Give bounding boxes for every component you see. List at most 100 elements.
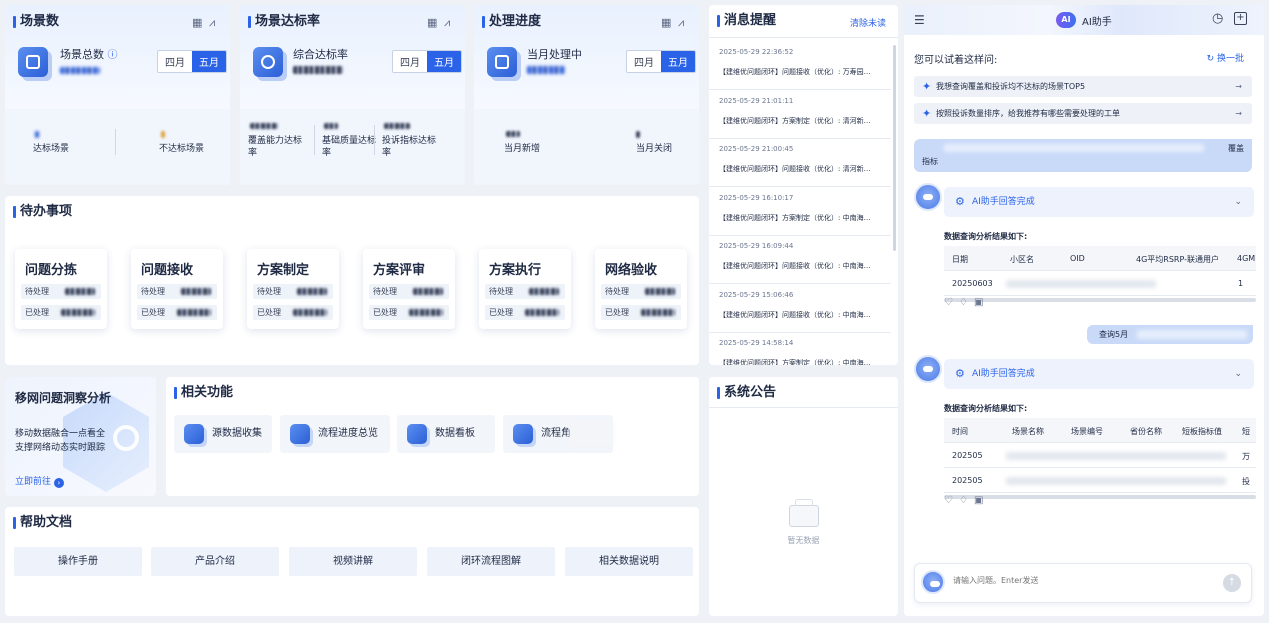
help-manual[interactable]: 操作手册 [14, 547, 142, 576]
func-process-role[interactable]: 流程角 [503, 415, 613, 453]
toggle-may[interactable]: 五月 [192, 51, 226, 72]
go-now-link[interactable]: 立即前往 › [15, 474, 64, 488]
insight-card[interactable]: 移网问题洞察分析 移动数据融合一点看全 支撑网络动态实时跟踪 立即前往 › [5, 377, 156, 496]
try-asking-label: 您可以试着这样问: [914, 55, 998, 66]
grid-icon[interactable]: ▦ [427, 16, 437, 29]
send-icon[interactable]: ↑ [1223, 574, 1241, 592]
todo-done-row[interactable]: 已处理 [21, 305, 101, 320]
month-toggle[interactable]: 四月 五月 [157, 50, 227, 73]
suggestion-item[interactable]: ✦ 按照投诉数量排序，给我推荐有哪些需要处理的工单 → [914, 103, 1252, 124]
cube-icon [18, 47, 48, 77]
todo-item[interactable]: 方案制定 待处理 已处理 [247, 249, 339, 329]
history-icon[interactable]: ◷ [1212, 11, 1223, 26]
refresh-link[interactable]: ↻ 换一批 [1207, 51, 1244, 64]
scene-count-card: 场景数 ▦ ⩘ 场景总数 ⓘ 四月 五月 达标场景 不达标场景 [5, 5, 230, 185]
copy-icon[interactable]: ▣ [974, 495, 989, 506]
toggle-april[interactable]: 四月 [627, 51, 661, 72]
scene-rate-title: 场景达标率 [248, 14, 320, 30]
todo-done-row[interactable]: 已处理 [485, 305, 565, 320]
help-data-description[interactable]: 相关数据说明 [565, 547, 693, 576]
todo-done-row[interactable]: 已处理 [137, 305, 217, 320]
bot-avatar [914, 183, 942, 211]
todo-title: 待办事项 [13, 204, 72, 220]
clear-unread-link[interactable]: 清除未读 [850, 16, 886, 29]
message-time: 2025-05-29 21:01:11 [719, 96, 794, 105]
toggle-april[interactable]: 四月 [393, 51, 427, 72]
message-text: 【建维优问题闭环】问题接收（优化）: 中南海… [719, 310, 871, 319]
message-item[interactable]: 2025-05-29 21:01:11 【建维优问题闭环】方案制定（优化）: 清河… [719, 97, 891, 126]
month-toggle[interactable]: 四月 五月 [626, 50, 696, 73]
table-row: 20250603 1 [944, 271, 1256, 296]
stat-unqualified-scenes: 不达标场景 [159, 144, 205, 154]
message-time: 2025-05-29 14:58:14 [719, 339, 794, 347]
line-chart-icon[interactable]: ⩘ [678, 16, 684, 30]
scrollbar[interactable] [893, 45, 896, 251]
message-time: 2025-05-29 22:36:52 [719, 48, 794, 56]
user-message-bubble: 覆盖 指标 [914, 139, 1252, 172]
help-product-intro[interactable]: 产品介绍 [151, 547, 279, 576]
func-source-data[interactable]: 源数据收集 [174, 415, 272, 453]
todo-item[interactable]: 问题分拣 待处理 已处理 [15, 249, 107, 329]
copy-icon[interactable]: ▣ [974, 297, 989, 308]
arrow-right-circle-icon: › [53, 478, 64, 488]
todo-item[interactable]: 问题接收待处理已处理 [131, 249, 223, 329]
todo-item[interactable]: 方案评审 待处理 已处理 [363, 249, 455, 329]
line-chart-icon[interactable]: ⩘ [444, 16, 450, 30]
todo-pending-row[interactable]: 待处理 [369, 284, 449, 299]
toggle-may[interactable]: 五月 [427, 51, 461, 72]
announcement-card: 系统公告 暂无数据 [709, 377, 898, 616]
todo-pending-row[interactable]: 待处理 [485, 284, 565, 299]
todo-pending-row[interactable]: 待处理 [137, 284, 217, 299]
todo-done-row[interactable]: 已处理 [369, 305, 449, 320]
stat-new-this-month: 当月新增 [504, 144, 541, 154]
message-item[interactable]: 2025-05-29 16:09:44 【建维优问题闭环】问题接收（优化）: 中南… [719, 242, 891, 271]
todo-item[interactable]: 方案执行 待处理 已处理 [479, 249, 571, 329]
answer-status-bar[interactable]: ⚙ AI助手回答完成 ⌄ [944, 187, 1254, 217]
grid-icon[interactable]: ▦ [661, 16, 671, 29]
document-icon [487, 47, 517, 77]
thumb-up-icon[interactable]: ♡ [944, 297, 959, 308]
todo-pending-row[interactable]: 待处理 [253, 284, 333, 299]
overall-rate-label: 综合达标率 [293, 48, 348, 61]
sparkle-icon: ✦ [922, 80, 932, 93]
table-scrollbar[interactable] [944, 495, 1256, 499]
answer-status-bar[interactable]: ⚙ AI助手回答完成 ⌄ [944, 359, 1254, 389]
line-chart-icon[interactable]: ⩘ [209, 16, 215, 30]
toggle-april[interactable]: 四月 [158, 51, 192, 72]
todo-done-row[interactable]: 已处理 [253, 305, 333, 320]
thumb-up-icon[interactable]: ♡ [944, 495, 959, 506]
chat-input[interactable] [953, 576, 1203, 585]
message-item[interactable]: 2025-05-29 21:00:45 【建维优问题闭环】问题接收（优化）: 清河… [719, 145, 891, 174]
insight-title: 移网问题洞察分析 [15, 391, 112, 405]
help-video[interactable]: 视频讲解 [289, 547, 417, 576]
message-item[interactable]: 2025-05-29 15:06:46 【建维优问题闭环】问题接收（优化）: 中南… [719, 291, 891, 320]
todo-pending-row[interactable]: 待处理 [21, 284, 101, 299]
thumb-down-icon[interactable]: ♢ [959, 495, 974, 506]
question-circle-icon[interactable]: ⓘ [108, 50, 118, 61]
todo-item-title: 问题接收 [141, 263, 194, 278]
help-flow-diagram[interactable]: 闭环流程图解 [427, 547, 555, 576]
toggle-may[interactable]: 五月 [661, 51, 695, 72]
menu-icon[interactable]: ☰ [914, 13, 925, 27]
overall-rate-value [293, 66, 343, 74]
help-docs-card: 帮助文档 操作手册 产品介绍 视频讲解 闭环流程图解 相关数据说明 [5, 507, 699, 616]
todo-pending-row[interactable]: 待处理 [601, 284, 681, 299]
suggestion-item[interactable]: ✦ 我想查询覆盖和投诉均不达标的场景TOP5 → [914, 76, 1252, 97]
new-chat-icon[interactable]: + [1234, 12, 1247, 25]
todo-item[interactable]: 网络验收 待处理 已处理 [595, 249, 687, 329]
refresh-icon: ↻ [1206, 54, 1215, 64]
scene-total-label: 场景总数 [60, 48, 104, 61]
chat-input-box[interactable]: ↑ [914, 563, 1252, 603]
message-item[interactable]: 2025-05-29 14:58:14 【建维优问题闭环】方案制定（优化）: 中南… [719, 339, 891, 365]
month-toggle[interactable]: 四月 五月 [392, 50, 462, 73]
table-row: 202505 投 [944, 468, 1256, 493]
module-icon [290, 424, 310, 444]
message-item[interactable]: 2025-05-29 16:10:17 【建维优问题闭环】方案制定（优化）: 中南… [719, 194, 891, 223]
grid-icon[interactable]: ▦ [192, 16, 202, 29]
func-dashboard[interactable]: 数据看板 [397, 415, 495, 453]
table-scrollbar[interactable] [944, 298, 1256, 302]
todo-done-row[interactable]: 已处理 [601, 305, 681, 320]
func-process-overview[interactable]: 流程进度总览 [280, 415, 390, 453]
message-item[interactable]: 2025-05-29 22:36:52 【建维优问题闭环】问题接收（优化）: 万寿… [719, 48, 891, 77]
thumb-down-icon[interactable]: ♢ [959, 297, 974, 308]
